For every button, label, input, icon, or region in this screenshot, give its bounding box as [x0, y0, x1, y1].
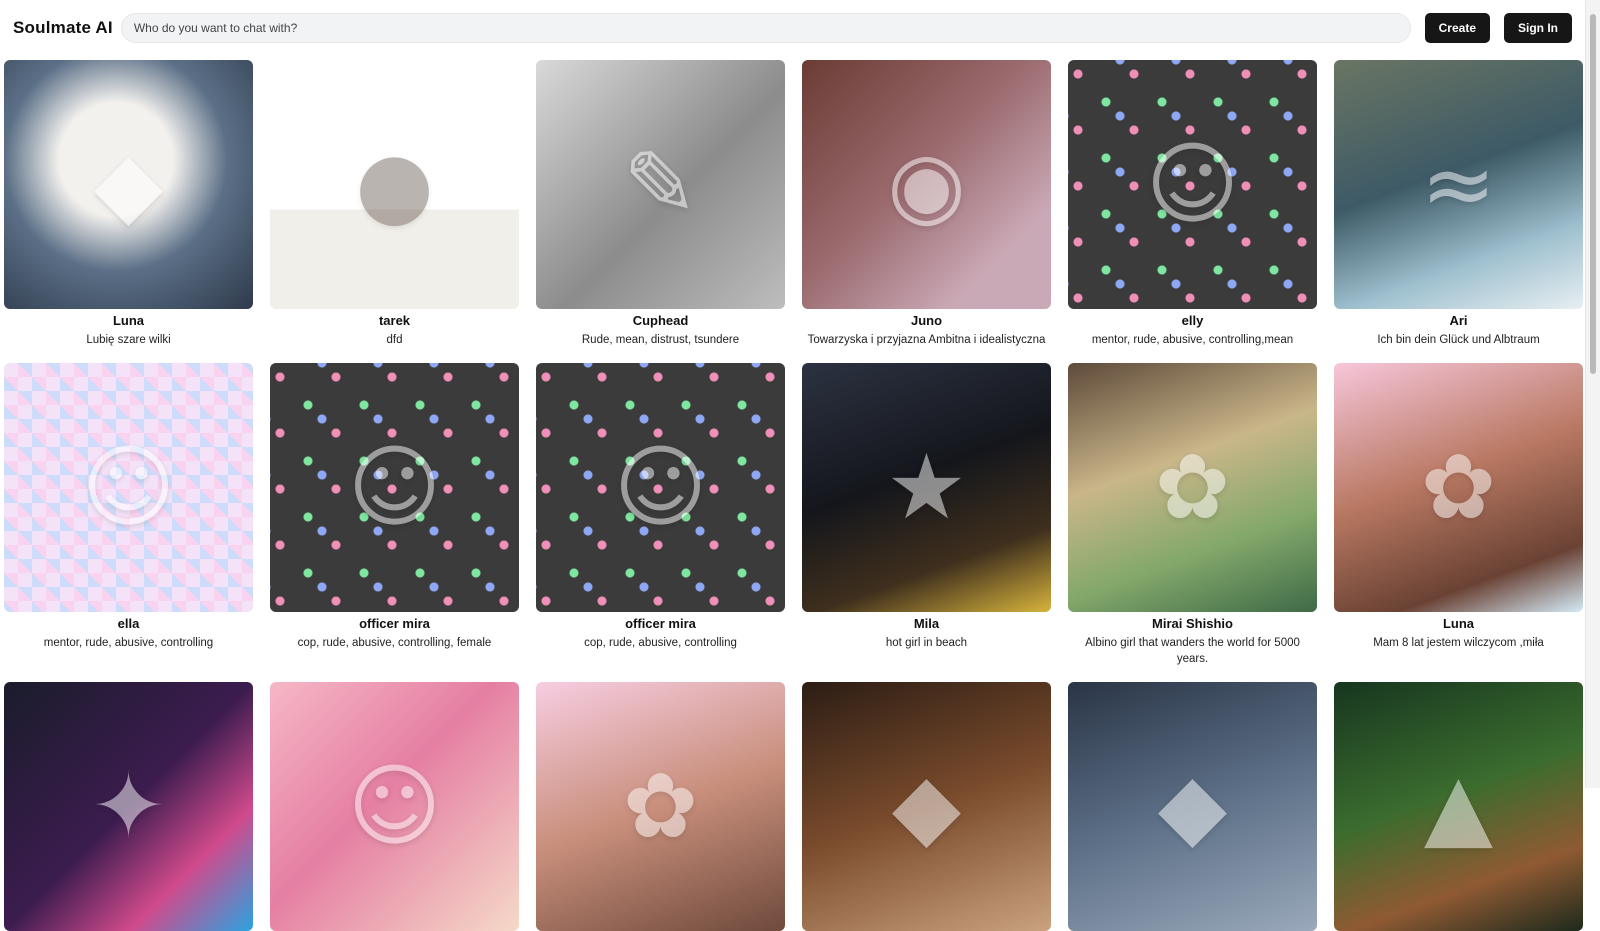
character-avatar[interactable]: ◆ — [802, 682, 1051, 931]
top-bar: Soulmate AI Create Sign In — [0, 0, 1586, 56]
character-description: Albino girl that wanders the world for 5… — [1085, 637, 1300, 665]
character-card[interactable]: ◆ Luna Lubię szare wilki — [4, 60, 253, 348]
character-avatar[interactable]: ≈ — [1334, 60, 1583, 309]
character-avatar[interactable]: ☺ — [536, 363, 785, 612]
character-card[interactable]: ☺ officer mira cop, rude, abusive, contr… — [270, 363, 519, 651]
coast-icon: ≈ — [1420, 132, 1497, 237]
cartoon-icon: ☺ — [347, 435, 442, 540]
character-name: tarek — [378, 313, 411, 328]
character-card[interactable]: ✿ — [536, 682, 785, 931]
scrollbar-thumb[interactable] — [1590, 14, 1596, 374]
character-description: hot girl in beach — [885, 637, 968, 649]
fox-icon: ◆ — [891, 754, 962, 859]
character-name: officer mira — [625, 616, 696, 631]
character-name: Luna — [112, 313, 145, 328]
cartoon-icon: ☺ — [81, 435, 176, 540]
character-avatar[interactable]: ◆ — [1068, 682, 1317, 931]
person-icon: ● — [355, 132, 434, 237]
character-description: mentor, rude, abusive, controlling — [43, 637, 214, 649]
cherry-blossom-icon: ✿ — [622, 754, 699, 859]
character-description: dfd — [386, 334, 403, 346]
character-card[interactable]: ◆ — [802, 682, 1051, 931]
create-button[interactable]: Create — [1424, 13, 1490, 43]
character-avatar[interactable]: ◉ — [802, 60, 1051, 309]
sign-in-button[interactable]: Sign In — [1504, 13, 1572, 43]
character-card[interactable]: ✎ Cuphead Rude, mean, distrust, tsundere — [536, 60, 785, 348]
character-card[interactable]: ▲ — [1334, 682, 1583, 931]
character-name: officer mira — [359, 616, 430, 631]
character-avatar[interactable]: ☺ — [1068, 60, 1317, 309]
character-name: Mirai Shishio — [1152, 616, 1233, 631]
garden-icon: ✿ — [1154, 435, 1231, 540]
character-avatar[interactable]: ☺ — [270, 682, 519, 931]
character-avatar[interactable]: ✿ — [1334, 363, 1583, 612]
brand-logo[interactable]: Soulmate AI — [13, 18, 113, 38]
character-card[interactable]: ● tarek dfd — [270, 60, 519, 348]
page-scrollbar[interactable] — [1585, 0, 1600, 788]
character-avatar[interactable]: ✦ — [4, 682, 253, 931]
wolf-icon: ◆ — [93, 132, 164, 237]
character-avatar[interactable]: ✿ — [1068, 363, 1317, 612]
character-name: Cuphead — [632, 313, 689, 328]
character-description: mentor, rude, abusive, controlling,mean — [1091, 334, 1294, 346]
character-card[interactable]: ◉ Juno Towarzyska i przyjazna Ambitna i … — [802, 60, 1051, 348]
cartoon-icon: ☺ — [613, 435, 708, 540]
neon-icon: ✦ — [90, 754, 167, 859]
character-description: Towarzyska i przyjazna Ambitna i idealis… — [807, 334, 1046, 346]
character-name: Mila — [913, 616, 940, 631]
character-card[interactable]: ✿ Mirai Shishio Albino girl that wanders… — [1068, 363, 1317, 667]
search-input[interactable] — [120, 13, 1411, 43]
character-description: cop, rude, abusive, controlling — [584, 637, 737, 649]
character-avatar[interactable]: ★ — [802, 363, 1051, 612]
character-name: elly — [1181, 313, 1204, 328]
character-avatar[interactable]: ☺ — [270, 363, 519, 612]
sketch-icon: ✎ — [622, 132, 699, 237]
character-description: Mam 8 lat jestem wilczycom ,miła — [1373, 637, 1544, 649]
cat-girl-icon: ☺ — [347, 754, 442, 859]
character-avatar[interactable]: ☺ — [4, 363, 253, 612]
dog-icon: ◉ — [887, 132, 966, 237]
character-card[interactable]: ★ Mila hot girl in beach — [802, 363, 1051, 651]
character-card[interactable]: ✿ Luna Mam 8 lat jestem wilczycom ,miła — [1334, 363, 1583, 651]
character-description: cop, rude, abusive, controlling, female — [297, 637, 492, 649]
character-avatar[interactable]: ▲ — [1334, 682, 1583, 931]
character-avatar[interactable]: ◆ — [4, 60, 253, 309]
character-avatar[interactable]: ✎ — [536, 60, 785, 309]
character-name: Juno — [910, 313, 943, 328]
character-card[interactable]: ✦ — [4, 682, 253, 931]
character-card[interactable]: ◆ — [1068, 682, 1317, 931]
cartoon-icon: ☺ — [1145, 132, 1240, 237]
character-avatar[interactable]: ● — [270, 60, 519, 309]
character-description: Lubię szare wilki — [86, 334, 171, 346]
fox-icon: ✿ — [1420, 435, 1497, 540]
character-name: ella — [117, 616, 140, 631]
character-card[interactable]: ≈ Ari Ich bin dein Glück und Albtraum — [1334, 60, 1583, 348]
character-name: Ari — [1449, 313, 1468, 328]
character-name: Luna — [1442, 616, 1475, 631]
character-avatar[interactable]: ✿ — [536, 682, 785, 931]
character-description: Ich bin dein Glück und Albtraum — [1377, 334, 1540, 346]
forest-icon: ▲ — [1423, 754, 1494, 859]
character-card[interactable]: ☺ elly mentor, rude, abusive, controllin… — [1068, 60, 1317, 348]
wolf-icon: ◆ — [1157, 754, 1228, 859]
character-description: Rude, mean, distrust, tsundere — [581, 334, 740, 346]
character-card[interactable]: ☺ — [270, 682, 519, 931]
city-night-icon: ★ — [886, 435, 967, 540]
character-card[interactable]: ☺ officer mira cop, rude, abusive, contr… — [536, 363, 785, 651]
character-card[interactable]: ☺ ella mentor, rude, abusive, controllin… — [4, 363, 253, 651]
